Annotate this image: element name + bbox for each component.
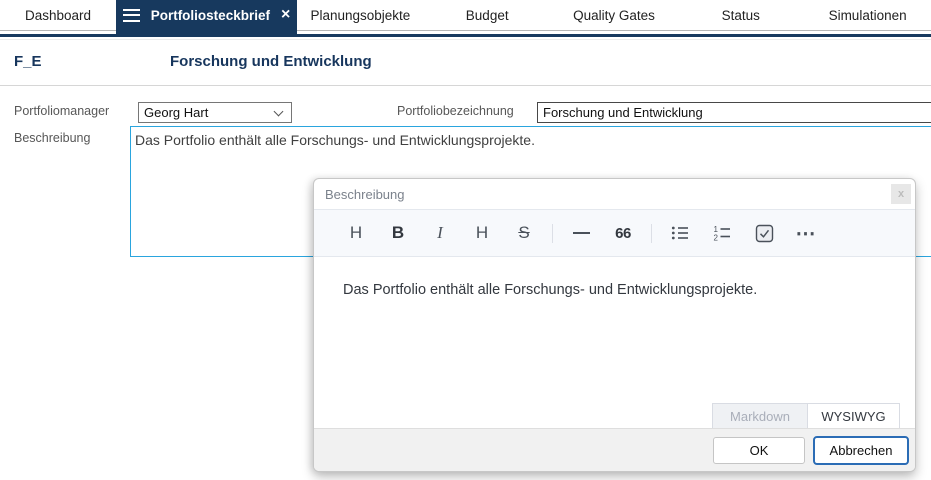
tab-portfoliosteckbrief[interactable]: Portfoliosteckbrief ×: [116, 0, 297, 37]
strikethrough-icon[interactable]: S: [503, 216, 545, 250]
portfoliomanager-label: Portfoliomanager: [14, 104, 110, 118]
dialog-footer: OK Abbrechen: [314, 428, 915, 471]
horizontal-rule-icon[interactable]: [560, 216, 602, 250]
tab-simulationen[interactable]: Simulationen: [804, 0, 931, 30]
blockquote-icon[interactable]: 66: [602, 216, 644, 250]
tab-planungsobjekte[interactable]: Planungsobjekte: [297, 0, 424, 30]
dialog-header: Beschreibung x: [314, 179, 915, 209]
hamburger-menu-icon[interactable]: [122, 8, 140, 22]
bullet-list-icon[interactable]: [659, 216, 701, 250]
editor-toolbar: H B I H S 66 1 2 ⋯: [314, 209, 915, 257]
toolbar-divider: [552, 223, 553, 243]
tab-status[interactable]: Status: [677, 0, 804, 30]
ok-button[interactable]: OK: [713, 436, 805, 464]
portfoliomanager-selected-value: Georg Hart: [144, 105, 209, 120]
page-header: F_E Forschung und Entwicklung: [0, 42, 931, 85]
content-top-rule: [0, 39, 931, 40]
close-tab-icon[interactable]: ×: [281, 7, 290, 23]
tab-dashboard[interactable]: Dashboard: [0, 0, 116, 30]
beschreibung-dialog: Beschreibung x H B I H S 66 1 2 ⋯ Das Po…: [313, 178, 916, 472]
mode-tab-wysiwyg[interactable]: WYSIWYG: [807, 403, 900, 430]
task-checkbox-icon[interactable]: [743, 216, 785, 250]
mode-tab-markdown[interactable]: Markdown: [712, 403, 807, 430]
chevron-down-icon: [273, 106, 284, 117]
beschreibung-label: Beschreibung: [14, 131, 91, 145]
editor-mode-switch: Markdown WYSIWYG: [314, 403, 915, 430]
editor-content[interactable]: Das Portfolio enthält alle Forschungs- u…: [314, 257, 915, 403]
main-tabbar: Dashboard Portfoliosteckbrief × Planungs…: [0, 0, 931, 37]
portfoliomanager-select[interactable]: Georg Hart: [138, 102, 292, 123]
bold-icon[interactable]: B: [377, 216, 419, 250]
italic-icon[interactable]: I: [419, 216, 461, 250]
ordered-list-icon[interactable]: 1 2: [701, 216, 743, 250]
tab-budget[interactable]: Budget: [424, 0, 551, 30]
dialog-close-icon[interactable]: x: [891, 184, 911, 204]
portfoliobezeichnung-input[interactable]: [537, 102, 931, 123]
tab-quality-gates[interactable]: Quality Gates: [551, 0, 678, 30]
portfolio-app-window: Dashboard Portfoliosteckbrief × Planungs…: [0, 0, 931, 480]
more-options-icon[interactable]: ⋯: [785, 216, 827, 250]
dialog-title: Beschreibung: [325, 187, 405, 202]
svg-text:2: 2: [714, 234, 719, 243]
portfolio-code: F_E: [14, 53, 42, 70]
portfoliobezeichnung-label: Portfoliobezeichnung: [397, 104, 514, 118]
tab-portfoliosteckbrief-label: Portfoliosteckbrief: [150, 7, 270, 23]
header-divider: [0, 85, 931, 86]
heading2-icon[interactable]: H: [461, 216, 503, 250]
heading-icon[interactable]: H: [335, 216, 377, 250]
cancel-button[interactable]: Abbrechen: [813, 435, 909, 465]
page-title: Forschung und Entwicklung: [170, 53, 372, 70]
toolbar-divider: [651, 223, 652, 243]
